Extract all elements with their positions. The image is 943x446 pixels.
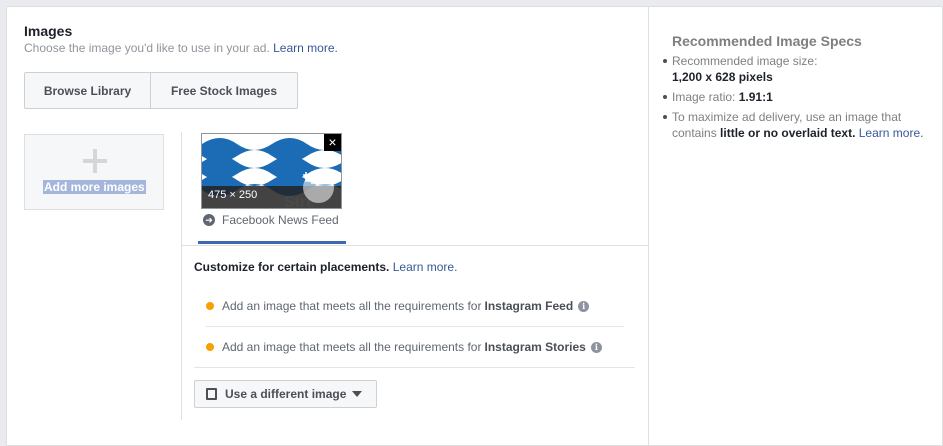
spec-size-label: Recommended image size: bbox=[672, 54, 818, 68]
crop-icon[interactable] bbox=[303, 172, 334, 203]
free-stock-images-button[interactable]: Free Stock Images bbox=[151, 72, 298, 109]
images-subtitle-text: Choose the image you'd like to use in yo… bbox=[24, 41, 270, 55]
panel-divider bbox=[648, 7, 649, 445]
add-more-images-label: Add more images bbox=[43, 180, 146, 194]
warning-dot-icon bbox=[206, 343, 214, 351]
spec-delivery-bold: little or no overlaid text. bbox=[720, 126, 856, 140]
thumbnail-size-label: 475 × 250 bbox=[208, 189, 258, 201]
info-icon[interactable]: i bbox=[578, 300, 590, 312]
placement-tab-indicator bbox=[198, 241, 346, 244]
use-different-image-label: Use a different image bbox=[225, 387, 347, 401]
spec-image-ratio: Image ratio: 1.91:1 bbox=[663, 89, 773, 105]
placement-facebook-news-feed[interactable]: ➜ Facebook News Feed bbox=[203, 213, 339, 227]
arrow-right-circle-icon: ➜ bbox=[203, 214, 215, 226]
monitor-icon bbox=[206, 388, 217, 400]
add-more-images-button[interactable]: Add more images bbox=[24, 134, 164, 210]
warning-dot-icon bbox=[206, 302, 214, 310]
specs-title: Recommended Image Specs bbox=[672, 33, 862, 49]
requirement-instagram-feed: Add an image that meets all the requirem… bbox=[206, 299, 590, 313]
requirement-target: Instagram Feed bbox=[484, 299, 574, 313]
plus-icon bbox=[83, 149, 107, 173]
requirement-divider bbox=[206, 326, 624, 327]
placement-label: Facebook News Feed bbox=[222, 213, 339, 227]
customize-learn-more-link[interactable]: Learn more. bbox=[393, 260, 458, 274]
media-divider bbox=[181, 132, 182, 420]
spec-image-size: Recommended image size: 1,200 x 628 pixe… bbox=[662, 53, 818, 85]
spec-ratio-value: 1.91:1 bbox=[738, 90, 773, 104]
spec-ratio-label: Image ratio: bbox=[672, 90, 736, 104]
requirement-target: Instagram Stories bbox=[484, 340, 586, 354]
requirement-divider bbox=[194, 367, 635, 368]
images-learn-more-link[interactable]: Learn more. bbox=[273, 41, 338, 55]
customize-text: Customize for certain placements. bbox=[194, 260, 390, 274]
placement-divider bbox=[182, 245, 648, 246]
images-title: Images bbox=[24, 23, 73, 39]
requirement-text: Add an image that meets all the requirem… bbox=[222, 340, 482, 354]
requirement-text: Add an image that meets all the requirem… bbox=[222, 299, 482, 313]
image-thumbnail[interactable]: Stre 475 × 250 × bbox=[201, 133, 342, 209]
close-icon[interactable]: × bbox=[324, 134, 341, 151]
browse-library-button[interactable]: Browse Library bbox=[24, 72, 151, 109]
requirement-instagram-stories: Add an image that meets all the requirem… bbox=[206, 340, 602, 354]
images-panel: Images Choose the image you'd like to us… bbox=[6, 6, 943, 446]
images-subtitle: Choose the image you'd like to use in yo… bbox=[24, 41, 338, 55]
spec-size-value: 1,200 x 628 pixels bbox=[672, 70, 773, 84]
chevron-down-icon bbox=[352, 391, 363, 397]
customize-placements: Customize for certain placements. Learn … bbox=[194, 260, 457, 274]
use-different-image-button[interactable]: Use a different image bbox=[194, 380, 377, 408]
info-icon[interactable]: i bbox=[590, 341, 602, 353]
spec-learn-more-link[interactable]: Learn more. bbox=[859, 126, 924, 140]
spec-ad-delivery: To maximize ad delivery, use an image th… bbox=[663, 109, 932, 141]
